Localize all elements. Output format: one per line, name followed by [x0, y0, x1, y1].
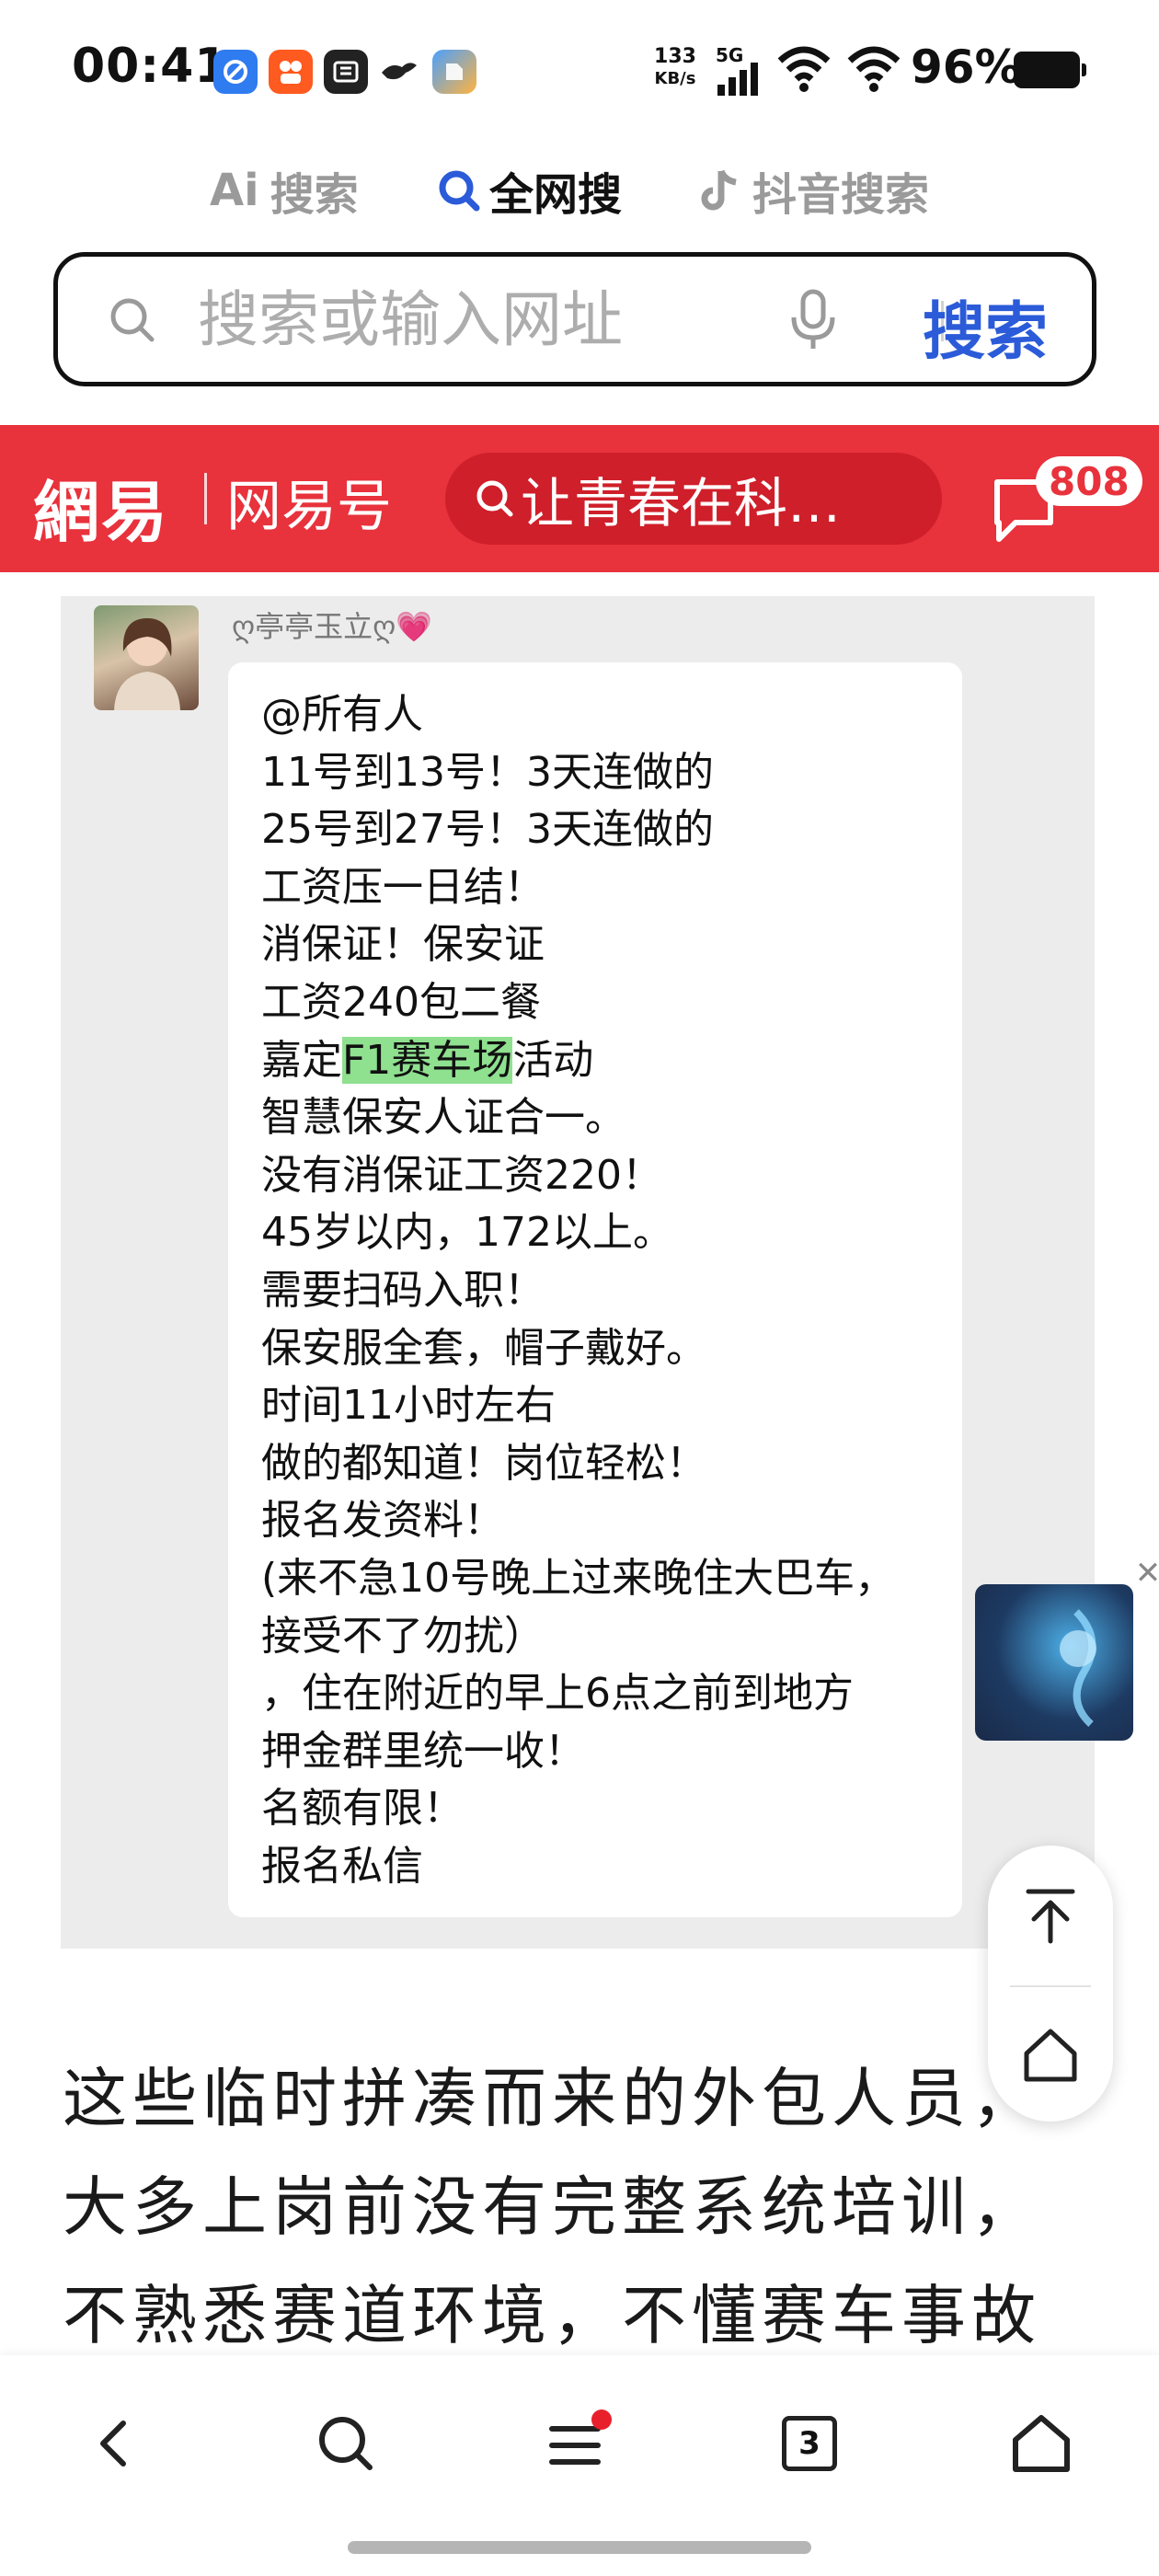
message-line: 报名私信: [261, 1842, 423, 1890]
topic-search-pill[interactable]: 让青春在科…: [445, 453, 942, 545]
ai-icon: Ai: [210, 165, 259, 216]
comment-button[interactable]: 808: [990, 456, 1142, 545]
line-text: 活动: [512, 1036, 594, 1084]
message-line: 保安服全套，帽子戴好。: [261, 1324, 706, 1372]
search-icon: [476, 480, 513, 517]
message-line: 时间11小时左右: [261, 1382, 556, 1430]
search-icon: [110, 298, 155, 342]
menu-button[interactable]: [524, 2388, 635, 2499]
message-bubble: @所有人 11号到13号！3天连做的 25号到27号！3天连做的 工资压一日结！…: [228, 662, 962, 1917]
avatar: [94, 605, 199, 710]
message-line: 做的都知道！岗位轻松！: [261, 1439, 706, 1487]
message-line: (来不急10号晚上过来晚住大巴车，: [261, 1554, 896, 1602]
home-icon: [1013, 2415, 1070, 2472]
bottom-navigation: 3: [0, 2355, 1159, 2576]
tabs-count: 3: [798, 2425, 820, 2462]
message-line: 接受不了勿扰）: [261, 1612, 545, 1660]
message-line: @所有人: [261, 691, 423, 738]
message-line: 45岁以内，172以上。: [261, 1209, 673, 1257]
message-line: 押金群里统一收！: [261, 1727, 585, 1775]
search-input[interactable]: [198, 257, 768, 382]
kuaishou-app-icon: [269, 50, 313, 94]
wifi-icon: [777, 46, 831, 92]
search-icon: [319, 2417, 373, 2470]
bird-app-icon: [377, 50, 421, 94]
home-button[interactable]: [986, 2388, 1096, 2499]
taobao-app-icon: [324, 50, 368, 94]
header-divider: [204, 473, 207, 524]
floating-ad-image[interactable]: [975, 1584, 1133, 1741]
tabs-button[interactable]: 3: [754, 2388, 865, 2499]
message-line: 消保证！保安证: [261, 921, 545, 969]
message-text: @所有人 11号到13号！3天连做的 25号到27号！3天连做的 工资压一日结！…: [261, 686, 960, 1895]
tab-web-search[interactable]: 全网搜: [436, 158, 622, 223]
status-bar: 00:41 133 KB/s 5G 96%: [0, 0, 1159, 138]
article-body: 这些临时拼凑而来的外包人员， 大多上岗前没有完整系统培训， 不熟悉赛道环境，不懂…: [63, 2044, 1120, 2370]
tab-web-search-label: 全网搜: [489, 169, 623, 221]
net-speed-value: 133: [654, 45, 696, 68]
wifi-icon-2: [847, 46, 901, 92]
netease-header: 網易 网易号 让青春在科… 808: [0, 425, 1159, 572]
tab-douyin-search-label: 抖音搜索: [752, 169, 930, 221]
message-line: 智慧保安人证合一。: [261, 1094, 625, 1142]
message-line: 工资240包二餐: [261, 978, 541, 1026]
chat-screenshot-image: ღ亭亭玉立ღ💗 @所有人 11号到13号！3天连做的 25号到27号！3天连做的…: [61, 596, 1095, 1949]
article-line: 不熟悉赛道环境，不懂赛车事故: [63, 2278, 1041, 2353]
message-line: 11号到13号！3天连做的: [261, 748, 714, 796]
search-bar[interactable]: 搜索: [53, 252, 1096, 386]
message-line: 工资压一日结！: [261, 863, 545, 911]
back-to-top-icon[interactable]: [1023, 1886, 1078, 1945]
menu-icon: [549, 2409, 612, 2465]
search-icon: [439, 170, 480, 212]
sender-name: ღ亭亭玉立ღ💗: [232, 609, 433, 644]
article-line: 这些临时拼凑而来的外包人员，: [63, 2061, 1041, 2136]
article-line: 大多上岗前没有完整系统培训，: [63, 2169, 1041, 2245]
back-button[interactable]: [61, 2388, 171, 2499]
tabs-icon: 3: [782, 2416, 837, 2471]
tab-ai-search-label: 搜索: [270, 169, 359, 221]
netease-logo[interactable]: 網易: [33, 458, 169, 555]
battery-percent: 96%: [911, 40, 1021, 94]
net-speed-unit: KB/s: [654, 69, 696, 88]
message-line: 25号到27号！3天连做的: [261, 806, 714, 854]
status-time: 00:41: [72, 39, 229, 94]
message-line: ，住在附近的早上6点之前到地方: [261, 1670, 854, 1718]
microphone-icon[interactable]: [785, 288, 842, 352]
baidu-app-icon: [213, 50, 258, 94]
search-button[interactable]: 搜索: [923, 281, 1048, 372]
comment-count-badge: 808: [1036, 456, 1142, 506]
files-app-icon: [432, 50, 476, 94]
message-line: 报名发资料！: [261, 1497, 504, 1545]
tab-ai-search[interactable]: Ai 搜索: [210, 158, 359, 223]
search-nav-button[interactable]: [291, 2388, 401, 2499]
topic-text: 让青春在科…: [521, 472, 842, 535]
line-text: 嘉定: [261, 1036, 342, 1084]
tab-douyin-search[interactable]: 抖音搜索: [699, 158, 929, 223]
close-icon[interactable]: ✕: [1130, 1555, 1159, 1592]
message-line: 需要扫码入职！: [261, 1266, 545, 1314]
message-line: 没有消保证工资220！: [261, 1151, 662, 1199]
back-arrow-icon: [100, 2421, 126, 2467]
douyin-icon: [701, 169, 737, 211]
tools-divider: [1010, 1985, 1091, 1987]
channel-name[interactable]: 网易号: [226, 462, 392, 542]
highlighted-text: F1赛车场: [342, 1036, 513, 1084]
network-speed: 133 KB/s: [648, 46, 703, 90]
message-line: 嘉定F1赛车场活动: [261, 1032, 960, 1090]
home-indicator[interactable]: [348, 2541, 811, 2554]
battery-icon: [1014, 52, 1086, 88]
message-line: 名额有限！: [261, 1785, 464, 1833]
